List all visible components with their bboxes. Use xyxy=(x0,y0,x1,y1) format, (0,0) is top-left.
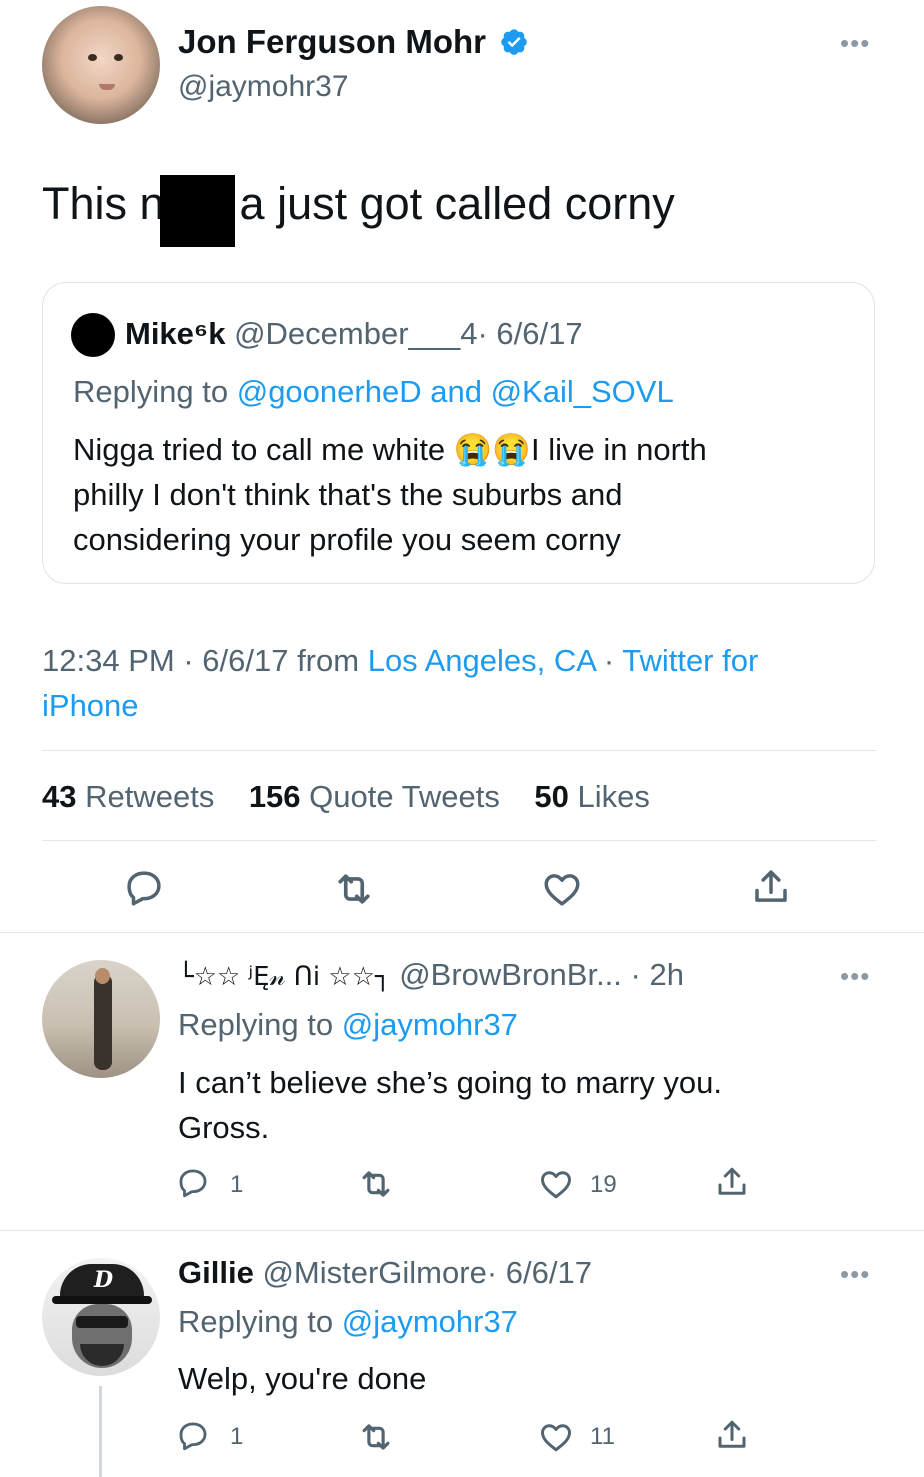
tweet-stats: 43 Retweets 156 Quote Tweets 50 Likes xyxy=(42,776,650,818)
reply2-author-handle[interactable]: @MisterGilmore xyxy=(262,1255,486,1290)
tweet-meta-line1: 12:34 PM · 6/6/17 from Los Angeles, CA ·… xyxy=(42,638,758,683)
stat-likes-label: Likes xyxy=(577,779,650,814)
stat-retweets-label: Retweets xyxy=(85,779,215,814)
quoted-author-name[interactable]: Mike⁶k xyxy=(125,316,225,351)
reply1-author-line: └☆☆ ʲĘ𝓃 ᑎi ☆☆┐ @BrowBronBr... · 2h xyxy=(178,953,684,999)
stat-likes[interactable]: 50 Likes xyxy=(534,779,649,814)
reply2-time: · 6/6/17 xyxy=(486,1255,592,1290)
reply2-avatar-cap: D xyxy=(60,1264,144,1300)
reply2-likes-count: 11 xyxy=(590,1423,615,1450)
tweet-text: This n a just got called corny xyxy=(42,178,675,230)
reply1-more-icon[interactable]: ••• xyxy=(840,963,870,989)
tweet-client-line1[interactable]: Twitter for xyxy=(622,643,758,678)
reply1-avatar-figure xyxy=(94,974,112,1070)
divider-stats xyxy=(42,840,876,841)
reply1-replies-count: 1 xyxy=(230,1171,244,1198)
reply1-likes-count: 19 xyxy=(590,1171,617,1198)
reply2-text: Welp, you're done xyxy=(178,1361,427,1396)
like-icon[interactable] xyxy=(541,868,583,910)
quoted-text-line1: Nigga tried to call me white 😭😭I live in… xyxy=(73,427,707,472)
reply2-replying-to: Replying to @jaymohr37 xyxy=(178,1300,518,1344)
emoji-loudly-crying-1: 😭 xyxy=(453,432,493,467)
reply2-replies-count: 1 xyxy=(230,1423,244,1450)
divider-reply1 xyxy=(0,1230,924,1231)
quoted-author-avatar[interactable] xyxy=(71,313,115,357)
reply1-author-name[interactable]: └☆☆ ʲĘ𝓃 ᑎi ☆☆┐ xyxy=(178,962,391,992)
reply-icon[interactable] xyxy=(123,867,165,909)
reply2-like-icon[interactable] xyxy=(538,1419,574,1455)
reply2-reply-icon[interactable] xyxy=(176,1419,210,1453)
stat-retweets-count: 43 xyxy=(42,779,77,814)
quoted-text-line1-start: Nigga tried to call me white xyxy=(73,432,446,467)
quoted-text-line3: considering your profile you seem corny xyxy=(73,522,621,557)
quoted-replying-to: Replying to @goonerheD and @Kail_SOVL xyxy=(73,371,674,413)
avatar-eye-left xyxy=(88,54,97,61)
reply2-more-icon[interactable]: ••• xyxy=(840,1261,870,1287)
tweet-location[interactable]: Los Angeles, CA xyxy=(368,643,596,678)
redaction-box xyxy=(160,175,235,247)
quoted-tweet-card[interactable]: Mike⁶k @December___4· 6/6/17 Replying to… xyxy=(42,282,875,584)
reply1-reply-icon[interactable] xyxy=(176,1166,210,1200)
quoted-reply-to-link-2[interactable]: @Kail_SOVL xyxy=(491,374,674,409)
reply1-replying-to: Replying to @jaymohr37 xyxy=(178,1003,518,1047)
tweet-date-from: · 6/6/17 from xyxy=(183,643,360,678)
emoji-loudly-crying-2: 😭 xyxy=(492,432,532,467)
reply1-like-icon[interactable] xyxy=(538,1166,574,1202)
reply2-author-line: Gillie @MisterGilmore· 6/6/17 xyxy=(178,1251,592,1295)
reply2-reply-to-link[interactable]: @jaymohr37 xyxy=(342,1304,518,1339)
author-handle[interactable]: @jaymohr37 xyxy=(178,68,349,106)
reply1-time: · 2h xyxy=(630,957,684,992)
tweet-client-line2[interactable]: iPhone xyxy=(42,683,758,728)
avatar-eye-right xyxy=(114,54,123,61)
quoted-text: Nigga tried to call me white 😭😭I live in… xyxy=(73,427,707,562)
reply2-avatar[interactable]: D xyxy=(42,1258,160,1376)
reply1-author-handle[interactable]: @BrowBronBr... xyxy=(399,957,622,992)
reply1-reply-to-link[interactable]: @jaymohr37 xyxy=(342,1007,518,1042)
tweet-time[interactable]: 12:34 PM xyxy=(42,643,175,678)
divider-main xyxy=(0,932,924,933)
reply2-avatar-glasses xyxy=(76,1316,128,1328)
tweet-meta: 12:34 PM · 6/6/17 from Los Angeles, CA ·… xyxy=(42,638,758,728)
reply1-replying-label: Replying to xyxy=(178,1007,334,1042)
share-icon[interactable] xyxy=(750,866,792,908)
retweet-icon[interactable] xyxy=(332,867,376,911)
reply2-retweet-icon[interactable] xyxy=(357,1418,395,1456)
reply2-avatar-brim xyxy=(52,1296,152,1304)
avatar-mouth xyxy=(99,84,115,90)
quoted-text-line1-end: I live in north xyxy=(531,432,707,467)
reply1-avatar[interactable] xyxy=(42,960,160,1078)
divider-meta xyxy=(42,750,876,751)
tweet-text-before: This n xyxy=(42,178,165,229)
author-name-text: Jon Ferguson Mohr xyxy=(178,23,486,60)
reply2-avatar-cap-logo: D xyxy=(94,1267,114,1293)
tweet-meta-dot: · xyxy=(603,643,615,678)
stat-retweets[interactable]: 43 Retweets xyxy=(42,779,223,814)
stat-quotes[interactable]: 156 Quote Tweets xyxy=(249,779,509,814)
thread-line xyxy=(99,1386,102,1477)
reply1-avatar-head xyxy=(95,968,110,984)
reply2-share-icon[interactable] xyxy=(714,1417,750,1453)
reply2-replying-label: Replying to xyxy=(178,1304,334,1339)
author-avatar[interactable] xyxy=(42,6,160,124)
quoted-reply-to-link-1[interactable]: @goonerheD xyxy=(237,374,422,409)
tweet-text-after: a just got called corny xyxy=(239,178,675,229)
quoted-text-line2: philly I don't think that's the suburbs … xyxy=(73,477,623,512)
reply1-text: I can’t believe she’s going to marry you… xyxy=(178,1060,722,1150)
reply1-share-icon[interactable] xyxy=(714,1164,750,1200)
reply1-text-line2: Gross. xyxy=(178,1110,270,1145)
reply2-author-name[interactable]: Gillie xyxy=(178,1255,254,1290)
quoted-replying-label: Replying to xyxy=(73,374,229,409)
quoted-author-line: Mike⁶k @December___4· 6/6/17 xyxy=(125,313,583,355)
author-name[interactable]: Jon Ferguson Mohr xyxy=(178,22,529,62)
stat-quotes-count: 156 xyxy=(248,779,301,814)
reply1-retweet-icon[interactable] xyxy=(357,1165,395,1203)
stat-quotes-label: Quote Tweets xyxy=(309,779,500,814)
stat-likes-count: 50 xyxy=(534,779,569,814)
reply1-text-line1: I can’t believe she’s going to marry you… xyxy=(178,1065,722,1100)
verified-badge-icon xyxy=(499,27,529,57)
more-icon[interactable]: ••• xyxy=(840,30,870,56)
quoted-reply-and: and xyxy=(430,374,482,409)
quoted-date: · 6/6/17 xyxy=(477,316,583,351)
quoted-author-handle[interactable]: @December___4 xyxy=(234,316,477,351)
